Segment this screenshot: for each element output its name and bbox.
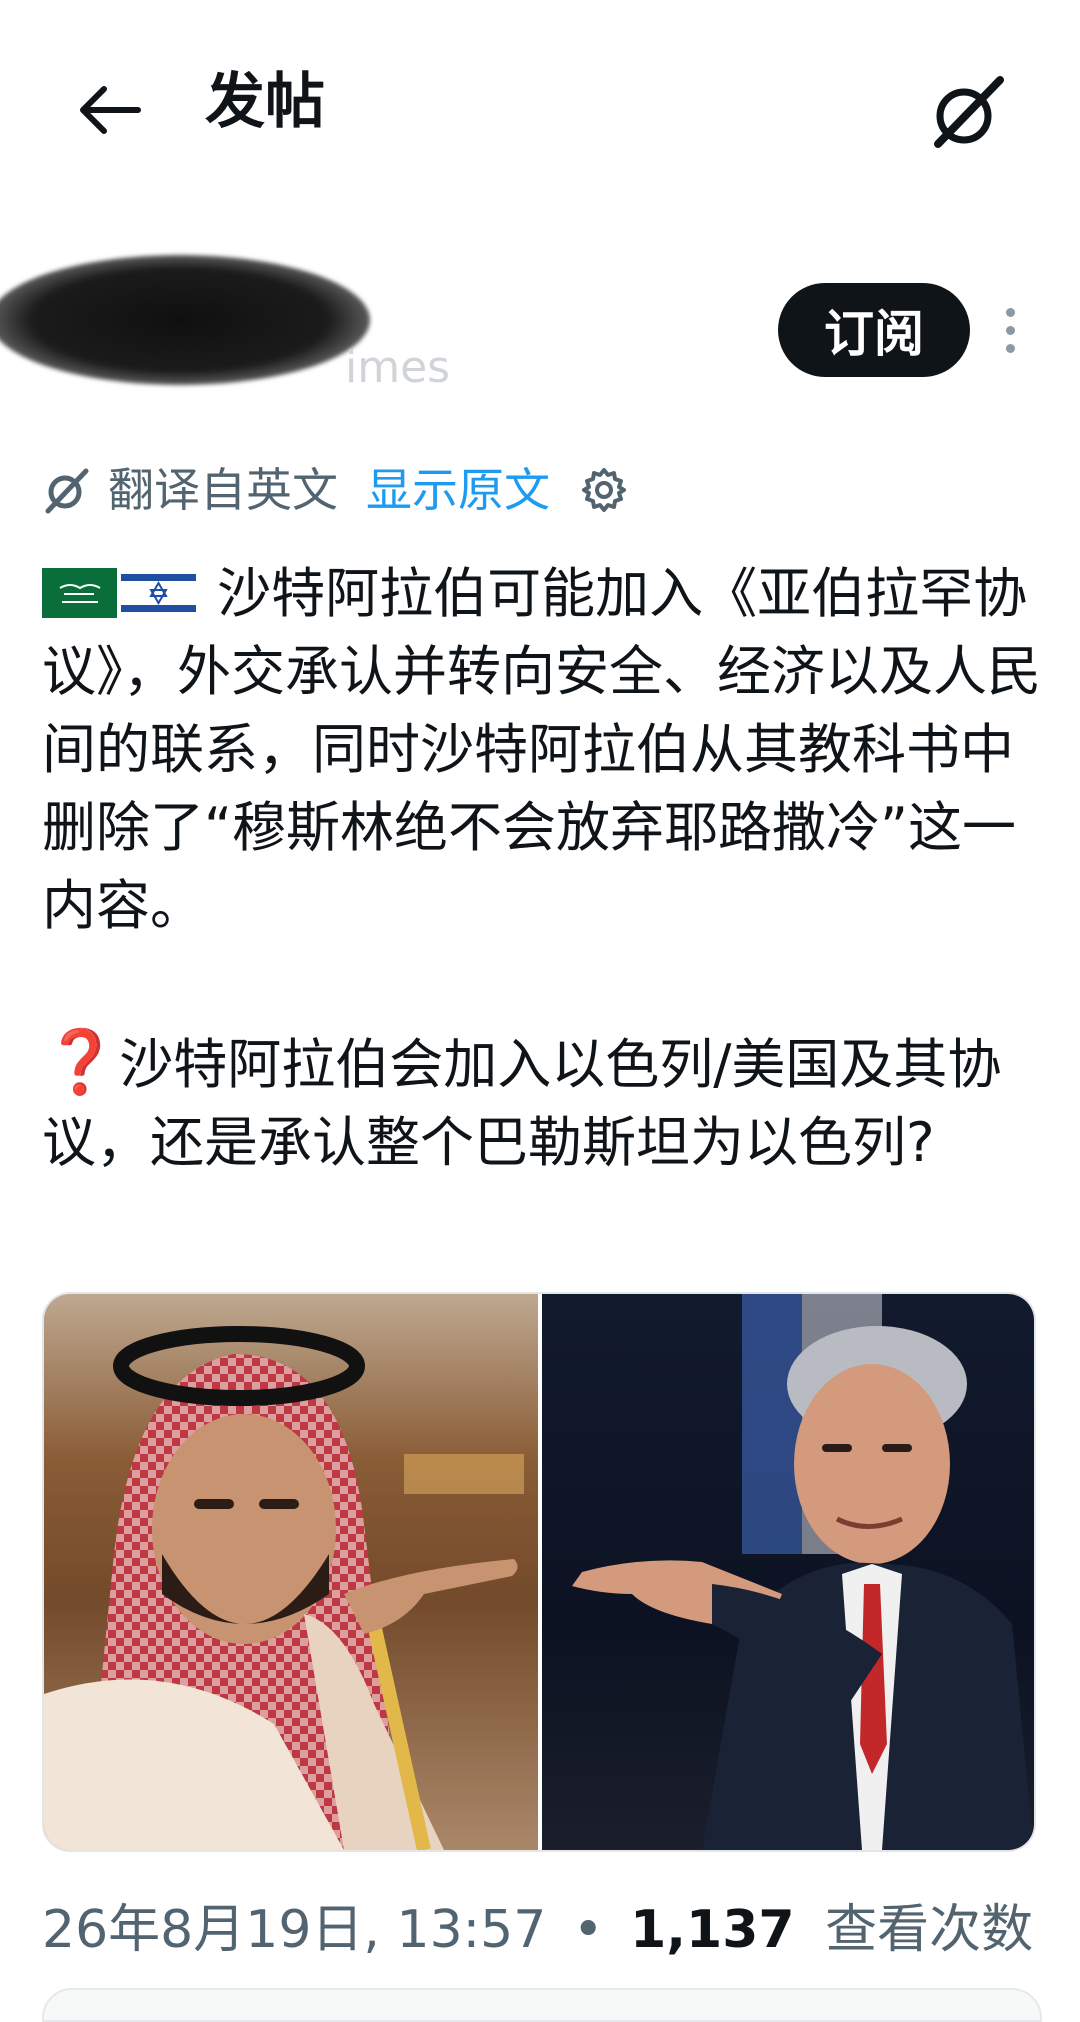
top-bar: 发帖 xyxy=(0,0,1080,210)
saudi-leader-photo-illustration xyxy=(44,1294,538,1850)
left-photo[interactable] xyxy=(44,1294,542,1850)
israel-flag-icon xyxy=(121,568,196,618)
israeli-leader-photo-illustration xyxy=(572,1294,1034,1850)
post-paragraph-2-text: 沙特阿拉伯会加入以色列/美国及其协议，还是承认整个巴勒斯坦为以色列? xyxy=(42,1033,1002,1174)
post-paragraph-1: 沙特阿拉伯可能加入《亚伯拉罕协议》，外交承认并转向安全、经济以及人民间的联系，同… xyxy=(42,555,1042,945)
saudi-arabia-flag-icon xyxy=(42,568,117,618)
page-title: 发帖 xyxy=(205,67,325,137)
arrow-left-icon xyxy=(80,86,141,134)
grok-button[interactable] xyxy=(918,62,1018,162)
meta-separator: • xyxy=(572,1900,604,1960)
more-vertical-icon xyxy=(1005,307,1015,317)
translated-from-label: 翻译自英文 xyxy=(108,463,338,517)
subscribe-button[interactable]: 订阅 xyxy=(778,283,970,377)
post-paragraph-1-text: 沙特阿拉伯可能加入《亚伯拉罕协议》，外交承认并转向安全、经济以及人民间的联系，同… xyxy=(42,562,1041,937)
translation-row: 翻译自英文 显示原文 xyxy=(42,455,628,525)
post-timestamp[interactable]: 26年8月19日, 13:57 xyxy=(42,1900,546,1960)
question-mark-icon: ❓ xyxy=(42,1025,120,1098)
post-paragraph-2: ❓沙特阿拉伯会加入以色列/美国及其协议，还是承认整个巴勒斯坦为以色列? xyxy=(42,1023,1042,1182)
grok-icon xyxy=(934,76,1004,148)
post-text: 沙特阿拉伯可能加入《亚伯拉罕协议》，外交承认并转向安全、经济以及人民间的联系，同… xyxy=(42,555,1042,1182)
post-media[interactable] xyxy=(42,1292,1036,1852)
gear-icon[interactable] xyxy=(580,466,628,514)
post-meta: 26年8月19日, 13:57 • 1,137 查看次数 xyxy=(42,1895,1033,1965)
author-row: imes 订阅 xyxy=(0,235,1080,405)
view-count-label: 查看次数 xyxy=(825,1900,1034,1960)
author-handle: imes xyxy=(345,342,451,393)
back-button[interactable] xyxy=(70,70,150,150)
redacted-author-name xyxy=(0,255,370,385)
next-section-edge xyxy=(42,1988,1042,2022)
view-count[interactable]: 1,137 xyxy=(630,1900,794,1960)
grok-translate-icon xyxy=(45,468,89,514)
more-button[interactable] xyxy=(990,295,1030,365)
right-photo[interactable] xyxy=(542,1294,1034,1850)
show-original-link[interactable]: 显示原文 xyxy=(366,460,550,520)
